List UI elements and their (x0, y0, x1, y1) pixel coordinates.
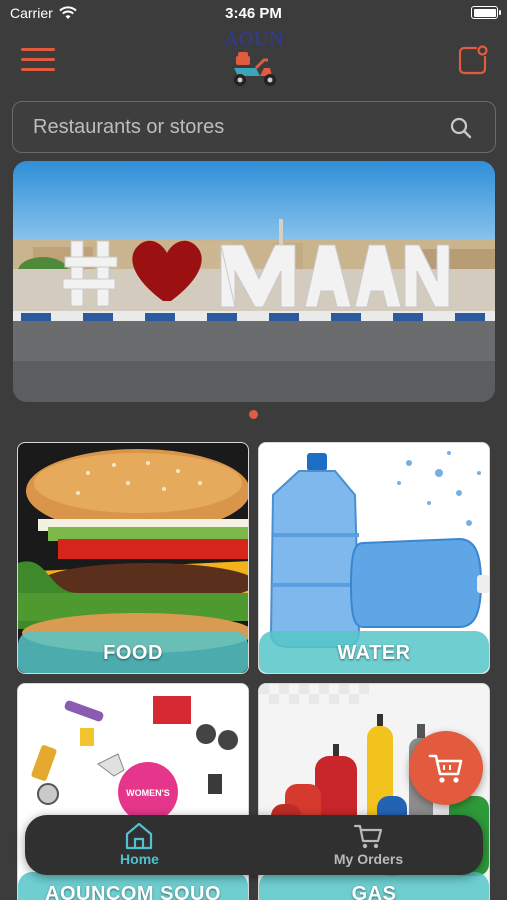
tab-my-orders-label: My Orders (333, 851, 404, 867)
notifications-button[interactable] (458, 45, 488, 75)
clock: 3:46 PM (225, 5, 282, 22)
home-icon (125, 822, 153, 850)
category-label: WATER (259, 631, 489, 673)
tab-my-orders[interactable]: My Orders (254, 815, 483, 875)
svg-text:WOMEN'S: WOMEN'S (126, 788, 170, 798)
app-logo: AOUN (210, 29, 298, 95)
menu-button[interactable] (21, 48, 55, 72)
bottom-navigation: Home My Orders (25, 815, 483, 875)
banner-pagination (0, 410, 507, 419)
category-water[interactable]: WATER (258, 442, 490, 674)
category-label: GAS (259, 872, 489, 900)
category-label: AOUNCOM SOUQ (18, 872, 248, 900)
hamburger-line (21, 58, 55, 61)
cart-icon (428, 754, 463, 783)
home-screen: Carrier 3:46 PM AOUN Restaurants or stor… (0, 0, 507, 900)
hamburger-line (21, 48, 55, 51)
tab-home[interactable]: Home (25, 815, 254, 875)
delivery-scooter-icon (234, 52, 276, 86)
cart-button[interactable] (409, 731, 483, 805)
search-input[interactable] (33, 102, 433, 152)
category-label: FOOD (18, 631, 248, 673)
logo-text: AOUN (224, 28, 284, 50)
tab-home-label: Home (120, 851, 159, 867)
notification-icon (458, 45, 488, 75)
category-food[interactable]: FOOD (17, 442, 249, 674)
cart-icon (353, 824, 383, 849)
hamburger-line (21, 68, 55, 71)
search-icon[interactable] (449, 116, 473, 140)
pagination-dot-active[interactable] (249, 410, 258, 419)
promo-banner[interactable] (13, 161, 495, 402)
status-bar: Carrier 3:46 PM (0, 0, 507, 28)
app-header: AOUN (0, 28, 507, 96)
battery-icon (471, 6, 501, 19)
banner-image (13, 161, 495, 402)
search-bar (12, 101, 496, 153)
